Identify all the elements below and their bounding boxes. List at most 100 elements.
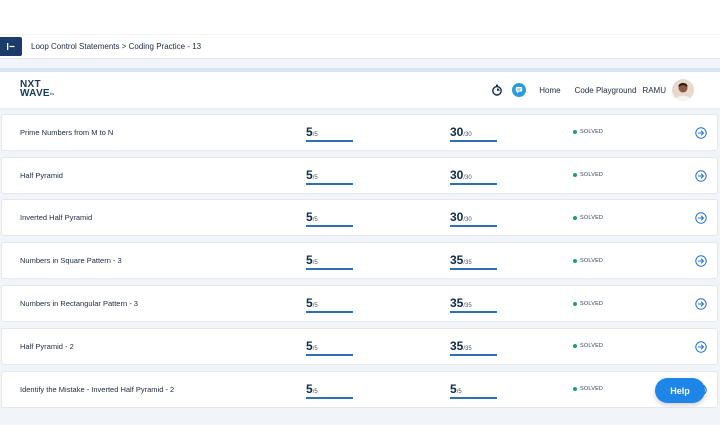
points-score: 35/35 (450, 294, 497, 313)
points-score: 35/35 (450, 337, 497, 356)
top-navigation: NXT WAVEin Home Code Playground RAMU (0, 72, 720, 108)
points-value: 30 (450, 210, 464, 225)
question-title[interactable]: Identify the Mistake - Inverted Half Pyr… (20, 372, 174, 407)
question-title[interactable]: Numbers in Rectangular Pattern - 3 (20, 286, 138, 321)
status-badge: SOLVED (573, 115, 603, 150)
score-value: 5 (306, 210, 313, 225)
question-list: Prime Numbers from 1 to N5/530/30SOLVEDP… (0, 89, 720, 425)
breadcrumb-bar: Loop Control Statements > Coding Practic… (0, 35, 720, 59)
help-button[interactable]: Help (655, 378, 705, 403)
points-value: 30 (450, 167, 464, 182)
points-total: /30 (463, 131, 472, 138)
status-badge: SOLVED (573, 372, 603, 407)
solved-dot-icon (573, 344, 577, 349)
points-value: 35 (450, 296, 464, 310)
question-title[interactable]: Prime Numbers from M to N (20, 115, 113, 150)
points-total: /35 (463, 303, 472, 309)
arrow-right-circle-icon[interactable] (695, 255, 707, 267)
arrow-right-circle-icon[interactable] (695, 298, 707, 310)
question-title[interactable]: Numbers in Square Pattern - 3 (20, 243, 122, 278)
question-row[interactable]: Half Pyramid - 2 5/5 35/35 SOLVED (1, 327, 718, 365)
arrow-right-circle-icon[interactable] (695, 341, 707, 353)
chat-button[interactable] (512, 83, 527, 97)
logo-wave: WAVE (20, 88, 50, 99)
nav-right-group: Home Code Playground RAMU (491, 78, 694, 102)
status-text: SOLVED (580, 300, 604, 307)
points-value: 30 (450, 124, 464, 139)
solved-dot-icon (573, 130, 577, 135)
status-badge: SOLVED (573, 158, 603, 193)
points-score: 30/30 (450, 166, 497, 185)
question-title[interactable]: Half Pyramid - 2 (20, 329, 74, 364)
score-total: /5 (312, 303, 318, 309)
score-progress-bar (306, 396, 353, 399)
question-row[interactable]: Half Pyramid 5/5 30/30 SOLVED (1, 156, 718, 194)
status-text: SOLVED (580, 129, 604, 136)
points-score: 5/5 (450, 380, 497, 399)
solved-dot-icon (573, 258, 577, 263)
score-total: /5 (312, 217, 318, 224)
mcq-score: 5/5 (306, 123, 353, 142)
score-value: 5 (306, 381, 313, 396)
mcq-score: 5/5 (306, 251, 353, 271)
score-total: /5 (312, 260, 318, 267)
score-value: 5 (306, 167, 313, 182)
points-total: /30 (463, 217, 472, 224)
question-row[interactable]: Numbers in Rectangular Pattern - 3 5/5 35/… (1, 285, 718, 322)
points-total: /30 (463, 174, 472, 181)
sidebar-collapse-icon (7, 43, 15, 50)
status-badge: SOLVED (573, 200, 603, 235)
status-text: SOLVED (580, 214, 604, 221)
points-total: /35 (463, 260, 472, 267)
points-score: 35/35 (450, 251, 497, 271)
score-value: 5 (306, 253, 313, 268)
nxtwave-logo[interactable]: NXT WAVEin (20, 80, 55, 99)
score-total: /5 (312, 388, 318, 395)
arrow-right-circle-icon[interactable] (695, 212, 707, 225)
chat-bubble-icon (516, 87, 523, 94)
score-total: /5 (312, 345, 318, 352)
solved-dot-icon (573, 173, 577, 178)
points-progress-bar (450, 182, 497, 185)
stopwatch-icon[interactable] (491, 84, 503, 96)
status-text: SOLVED (580, 343, 604, 350)
points-progress-bar (450, 396, 497, 399)
status-badge: SOLVED (573, 243, 603, 278)
score-value: 5 (306, 338, 313, 353)
nav-code-playground-link[interactable]: Code Playground (575, 86, 637, 95)
sidebar-toggle-button[interactable] (0, 37, 22, 56)
status-text: SOLVED (580, 386, 604, 393)
points-score: 30/30 (450, 208, 497, 228)
score-progress-bar (306, 311, 353, 313)
arrow-right-circle-icon[interactable] (695, 127, 707, 139)
points-progress-bar (450, 311, 497, 313)
points-progress-bar (450, 353, 497, 356)
user-avatar[interactable] (672, 79, 694, 101)
status-badge: SOLVED (573, 286, 603, 321)
points-total: /35 (463, 345, 472, 352)
points-score: 30/30 (450, 123, 497, 142)
breadcrumb[interactable]: Loop Control Statements > Coding Practic… (31, 42, 201, 51)
score-progress-bar (306, 268, 353, 271)
solved-dot-icon (573, 301, 577, 306)
score-progress-bar (306, 225, 353, 228)
question-row[interactable]: Identify the Mistake - Inverted Half Pyr… (1, 370, 718, 408)
status-text: SOLVED (580, 257, 604, 264)
question-title[interactable]: Inverted Half Pyramid (20, 200, 92, 235)
points-value: 35 (450, 338, 464, 353)
nav-home-link[interactable]: Home (539, 86, 560, 95)
score-progress-bar (306, 182, 353, 185)
points-progress-bar (450, 139, 497, 142)
question-row[interactable]: Numbers in Square Pattern - 3 5/5 35/35 SOL… (1, 242, 718, 280)
user-name[interactable]: RAMU (642, 86, 666, 95)
question-title[interactable]: Half Pyramid (20, 158, 63, 193)
mcq-score: 5/5 (306, 166, 353, 185)
status-text: SOLVED (580, 172, 604, 179)
arrow-right-circle-icon[interactable] (695, 169, 707, 182)
logo-suffix: in (49, 91, 55, 96)
mcq-score: 5/5 (306, 208, 353, 228)
question-row[interactable]: Prime Numbers from M to N 5/5 30/30 SOLVED (1, 113, 718, 151)
logo-line-2: WAVEin (20, 88, 55, 99)
question-row[interactable]: Inverted Half Pyramid 5/5 30/30 SOLVED (1, 199, 718, 237)
mcq-score: 5/5 (306, 380, 353, 399)
